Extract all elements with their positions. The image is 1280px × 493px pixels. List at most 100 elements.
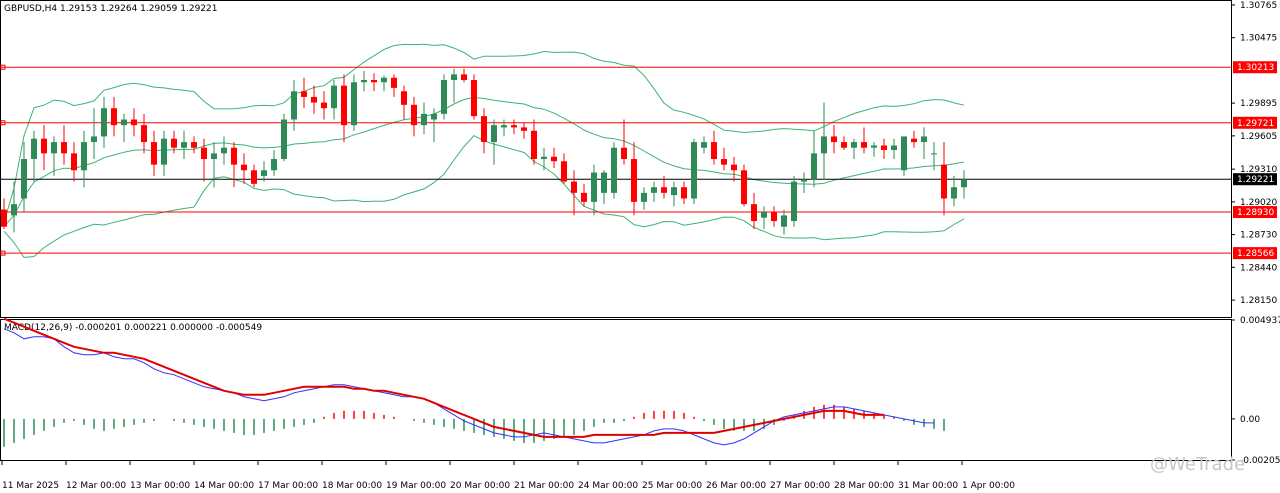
candle-body [961, 179, 967, 188]
candle-body [701, 142, 707, 148]
macd-panel-frame [0, 319, 1232, 461]
watermark: @WeTrade [1150, 454, 1245, 475]
macd-histogram [3, 404, 945, 447]
candle-body [251, 170, 257, 184]
candle-body [1, 209, 7, 227]
candle-body [381, 77, 387, 83]
candle-body [101, 108, 107, 137]
macd-lines [3, 317, 934, 446]
candle-body [741, 170, 747, 205]
candle-body [711, 142, 717, 159]
candle-body [401, 91, 407, 105]
candle-body [311, 96, 317, 103]
price-tick-label: 1.30765 [1240, 1, 1277, 11]
candle-body [221, 147, 227, 154]
candle-body [451, 74, 457, 80]
candle-body [571, 181, 577, 193]
candle-body [671, 187, 677, 196]
candle-body [941, 164, 947, 199]
time-tick-label: 25 Mar 00:00 [642, 481, 702, 491]
candle-body [721, 159, 727, 165]
macd-header: MACD(12,26,9) -0.000201 0.000221 0.00000… [4, 323, 262, 333]
candle-body [611, 147, 617, 193]
price-axis: 1.307651.304751.298951.296051.293101.290… [1231, 1, 1277, 306]
candle-body [751, 204, 757, 222]
time-tick-label: 27 Mar 00:00 [770, 481, 830, 491]
candle-body [151, 142, 157, 165]
candle-body [521, 127, 527, 131]
level-label: 1.30213 [1237, 63, 1274, 73]
macd-tick-label: 0.00 [1240, 415, 1260, 425]
time-tick-label: 26 Mar 00:00 [706, 481, 766, 491]
time-tick-label: 31 Mar 00:00 [898, 481, 958, 491]
candle-body [881, 145, 887, 150]
candle-body [831, 136, 837, 143]
candle-body [11, 204, 17, 216]
time-tick-label: 17 Mar 00:00 [258, 481, 318, 491]
time-axis: 11 Mar 2025 12 Mar 00:00 13 Mar 00:00 14 Ma… [1, 461, 1015, 491]
candle-body [901, 136, 907, 171]
candle-body [731, 164, 737, 171]
time-tick-label: 14 Mar 00:00 [194, 481, 254, 491]
candle-body [411, 104, 417, 126]
candle-body [931, 153, 937, 155]
candle-body [841, 142, 847, 148]
candle-body [241, 164, 247, 171]
candle-body [691, 142, 697, 199]
candle-body [951, 187, 957, 199]
macd-line [3, 328, 934, 446]
macd-axis: 0.004937 0.00 -0.002054 [1231, 316, 1280, 466]
time-tick-label: 13 Mar 00:00 [130, 481, 190, 491]
candle-body [441, 80, 447, 114]
candle-body [891, 145, 897, 150]
candle-body [541, 156, 547, 159]
candle-body [91, 136, 97, 143]
price-tick-label: 1.29895 [1240, 99, 1277, 109]
current-price-label: 1.29221 [1237, 175, 1274, 185]
candle-body [561, 161, 567, 182]
candle-body [201, 147, 207, 159]
candle-body [921, 136, 927, 143]
candle-body [621, 147, 627, 159]
level-label: 1.29721 [1237, 119, 1274, 129]
time-tick-label: 1 Apr 00:00 [962, 481, 1015, 491]
price-tick-label: 1.29605 [1240, 132, 1277, 142]
price-tick-label: 1.28730 [1240, 231, 1277, 241]
time-tick-label: 24 Mar 00:00 [578, 481, 638, 491]
candle-body [351, 82, 357, 126]
time-tick-label: 21 Mar 00:00 [514, 481, 574, 491]
candle-body [51, 142, 57, 154]
candle-body [761, 212, 767, 218]
candle-body [41, 138, 47, 154]
candle-body [161, 138, 167, 165]
candle-body [791, 181, 797, 222]
price-tick-label: 1.30475 [1240, 34, 1277, 44]
candle-body [871, 145, 877, 148]
candle-body [231, 147, 237, 165]
candle-body [291, 91, 297, 120]
candle-body [331, 85, 337, 109]
candle-body [31, 138, 37, 159]
time-tick-label: 19 Mar 00:00 [386, 481, 446, 491]
band-lower [3, 134, 965, 258]
chart-canvas: GBPUSD,H4 1.29153 1.29264 1.29059 1.2922… [0, 0, 1280, 491]
candle-body [821, 136, 827, 154]
candle-body [61, 142, 67, 154]
candle-body [271, 159, 277, 171]
candle-body [491, 125, 497, 143]
candle-body [261, 170, 267, 176]
candle-body [371, 80, 377, 83]
candle-body [121, 119, 127, 126]
candle-body [461, 74, 467, 80]
time-tick-label: 12 Mar 00:00 [66, 481, 126, 491]
candle-body [211, 153, 217, 159]
candle-body [771, 212, 777, 222]
candle-body [501, 125, 507, 128]
time-tick-label: 20 Mar 00:00 [450, 481, 510, 491]
price-tick-label: 1.28150 [1240, 296, 1277, 306]
level-label: 1.28566 [1237, 249, 1274, 259]
candle-body [171, 138, 177, 148]
candle-body [301, 91, 307, 97]
candle-body [431, 113, 437, 120]
candle-body [851, 142, 857, 148]
